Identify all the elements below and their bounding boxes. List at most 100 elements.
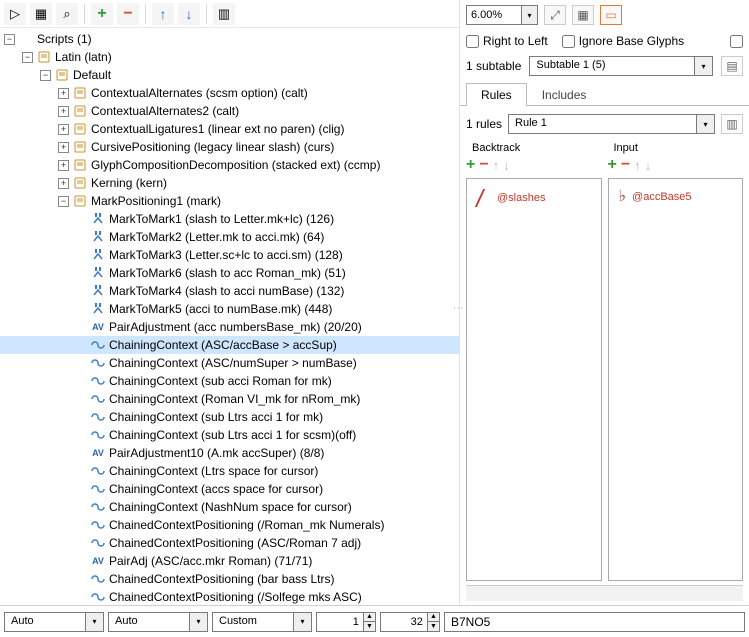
mk-icon <box>90 230 106 244</box>
expand-toggle[interactable]: + <box>58 88 69 99</box>
toolbar-separator <box>84 4 85 24</box>
fit-icon[interactable]: ⤢ <box>544 5 566 25</box>
move-up-button[interactable]: ↑ <box>152 3 174 25</box>
bottom-combo-3[interactable]: Custom <box>212 612 294 632</box>
remove-button[interactable]: − <box>117 3 139 25</box>
expand-toggle <box>76 574 87 585</box>
left-toolbar: ▷ ▦ ⌕ + − ↑ ↓ ▥ <box>0 0 459 28</box>
expand-toggle <box>76 232 87 243</box>
bounds-icon[interactable]: ▭ <box>600 5 622 25</box>
expand-toggle[interactable]: − <box>22 52 33 63</box>
subtable-dropdown-button[interactable]: ▾ <box>695 56 713 76</box>
preview-button[interactable]: ▷ <box>4 3 26 25</box>
lookup-row[interactable]: ChainedContextPositioning (/Solfege mks … <box>0 588 459 605</box>
tree-row-label: MarkToMark1 (slash to Letter.mk+lc) (126… <box>109 212 455 226</box>
add-button[interactable]: + <box>91 3 113 25</box>
spin2-down[interactable]: ▼ <box>428 621 440 632</box>
find-button[interactable]: ⌕ <box>56 3 78 25</box>
bottom-combo-3-button[interactable]: ▾ <box>294 612 312 632</box>
lookup-row[interactable]: ChainingContext (sub Ltrs acci 1 for mk) <box>0 408 459 426</box>
bottom-spin-2[interactable] <box>380 612 428 632</box>
lookup-row[interactable]: AVPairAdj (ASC/acc.mkr Roman) (71/71) <box>0 552 459 570</box>
grid-button[interactable]: ▦ <box>30 3 52 25</box>
lookup-row[interactable]: MarkToMark4 (slash to acci numBase) (132… <box>0 282 459 300</box>
move-down-button[interactable]: ↓ <box>178 3 200 25</box>
spin1-down[interactable]: ▼ <box>364 621 376 632</box>
feature-row[interactable]: +ContextualAlternates (scsm option) (cal… <box>0 84 459 102</box>
expand-toggle[interactable]: + <box>58 124 69 135</box>
lookup-row[interactable]: ChainedContextPositioning (bar bass Ltrs… <box>0 570 459 588</box>
tree-row-label: ChainingContext (Ltrs space for cursor) <box>109 464 455 478</box>
lookup-row[interactable]: MarkToMark1 (slash to Letter.mk+lc) (126… <box>0 210 459 228</box>
lookup-row[interactable]: ChainingContext (NashNum space for curso… <box>0 498 459 516</box>
spin1-up[interactable]: ▲ <box>364 612 376 622</box>
rtl-checkbox[interactable]: Right to Left <box>466 34 548 48</box>
backtrack-remove-icon[interactable]: − <box>479 156 488 174</box>
lookup-row[interactable]: ChainingContext (sub acci Roman for mk) <box>0 372 459 390</box>
bottom-spin-1[interactable] <box>316 612 364 632</box>
cc-icon <box>90 518 106 532</box>
expand-toggle[interactable]: + <box>58 160 69 171</box>
expand-toggle[interactable]: + <box>58 142 69 153</box>
expand-toggle[interactable]: + <box>58 178 69 189</box>
extra-checkbox[interactable] <box>730 35 743 48</box>
subtable-select[interactable]: Subtable 1 (5) <box>529 56 695 76</box>
feature-row[interactable]: +ContextualAlternates2 (calt) <box>0 102 459 120</box>
lookup-tree[interactable]: −Scripts (1)−Latin (latn)−Default+Contex… <box>0 28 459 605</box>
expand-toggle[interactable]: − <box>40 70 51 81</box>
grid-icon[interactable]: ▦ <box>572 5 594 25</box>
script-latin[interactable]: − Latin (latn) <box>0 48 459 66</box>
lookup-row[interactable]: ChainingContext (Ltrs space for cursor) <box>0 462 459 480</box>
feature-row[interactable]: +ContextualLigatures1 (linear ext no par… <box>0 120 459 138</box>
lookup-row[interactable]: ChainedContextPositioning (/Roman_mk Num… <box>0 516 459 534</box>
expand-toggle <box>76 430 87 441</box>
zoom-dropdown-button[interactable]: ▾ <box>522 5 538 25</box>
tree-row-label: Latin (latn) <box>55 50 455 64</box>
bottom-combo-1-button[interactable]: ▾ <box>86 612 104 632</box>
tab-includes[interactable]: Includes <box>527 83 602 106</box>
subtable-action-icon[interactable]: ▤ <box>721 56 743 76</box>
expand-toggle <box>76 592 87 603</box>
bottom-combo-1[interactable]: Auto <box>4 612 86 632</box>
ignore-baseglyphs-checkbox[interactable]: Ignore Base Glyphs <box>562 34 684 48</box>
feature-row[interactable]: +GlyphCompositionDecomposition (stacked … <box>0 156 459 174</box>
feature-row[interactable]: +CursivePositioning (legacy linear slash… <box>0 138 459 156</box>
rule-settings-icon[interactable]: ▥ <box>721 114 743 134</box>
options-button[interactable]: ▥ <box>213 3 235 25</box>
expand-toggle[interactable]: + <box>58 106 69 117</box>
lookup-row[interactable]: MarkToMark3 (Letter.sc+lc to acci.sm) (1… <box>0 246 459 264</box>
lookup-row[interactable]: MarkToMark6 (slash to acc Roman_mk) (51) <box>0 264 459 282</box>
lookup-row[interactable]: ChainingContext (Roman VI_mk for nRom_mk… <box>0 390 459 408</box>
expand-toggle <box>76 538 87 549</box>
zoom-input[interactable] <box>466 5 522 25</box>
feature-row[interactable]: −MarkPositioning1 (mark) <box>0 192 459 210</box>
expand-toggle[interactable]: − <box>4 34 15 45</box>
bottom-combo-2-button[interactable]: ▾ <box>190 612 208 632</box>
horizontal-scrollbar[interactable] <box>466 585 743 601</box>
bottom-text-input[interactable] <box>444 612 745 632</box>
splitter-handle[interactable]: ⋮ <box>452 303 463 312</box>
lang-default[interactable]: −Default <box>0 66 459 84</box>
lookup-row[interactable]: AVPairAdjustment (acc numbersBase_mk) (2… <box>0 318 459 336</box>
rule-dropdown-button[interactable]: ▾ <box>697 114 715 134</box>
input-glyph-box[interactable]: ♭ @accBase5 <box>608 178 744 581</box>
input-add-icon[interactable]: + <box>608 156 617 174</box>
tab-rules[interactable]: Rules <box>466 83 527 106</box>
lookup-row[interactable]: MarkToMark5 (acci to numBase.mk) (448) <box>0 300 459 318</box>
lookup-row[interactable]: AVPairAdjustment10 (A.mk accSuper) (8/8) <box>0 444 459 462</box>
input-remove-icon[interactable]: − <box>621 156 630 174</box>
lookup-row[interactable]: ChainingContext (ASC/accBase > accSup) <box>0 336 459 354</box>
backtrack-glyph-box[interactable]: @slashes <box>466 178 602 581</box>
backtrack-add-icon[interactable]: + <box>466 156 475 174</box>
feature-row[interactable]: +Kerning (kern) <box>0 174 459 192</box>
lookup-row[interactable]: ChainingContext (accs space for cursor) <box>0 480 459 498</box>
lookup-row[interactable]: ChainingContext (sub Ltrs acci 1 for scs… <box>0 426 459 444</box>
rule-select[interactable]: Rule 1 <box>508 114 697 134</box>
scripts-root[interactable]: −Scripts (1) <box>0 30 459 48</box>
lookup-row[interactable]: ChainedContextPositioning (ASC/Roman 7 a… <box>0 534 459 552</box>
lookup-row[interactable]: MarkToMark2 (Letter.mk to acci.mk) (64) <box>0 228 459 246</box>
spin2-up[interactable]: ▲ <box>428 612 440 622</box>
lookup-row[interactable]: ChainingContext (ASC/numSuper > numBase) <box>0 354 459 372</box>
bottom-combo-2[interactable]: Auto <box>108 612 190 632</box>
expand-toggle[interactable]: − <box>58 196 69 207</box>
